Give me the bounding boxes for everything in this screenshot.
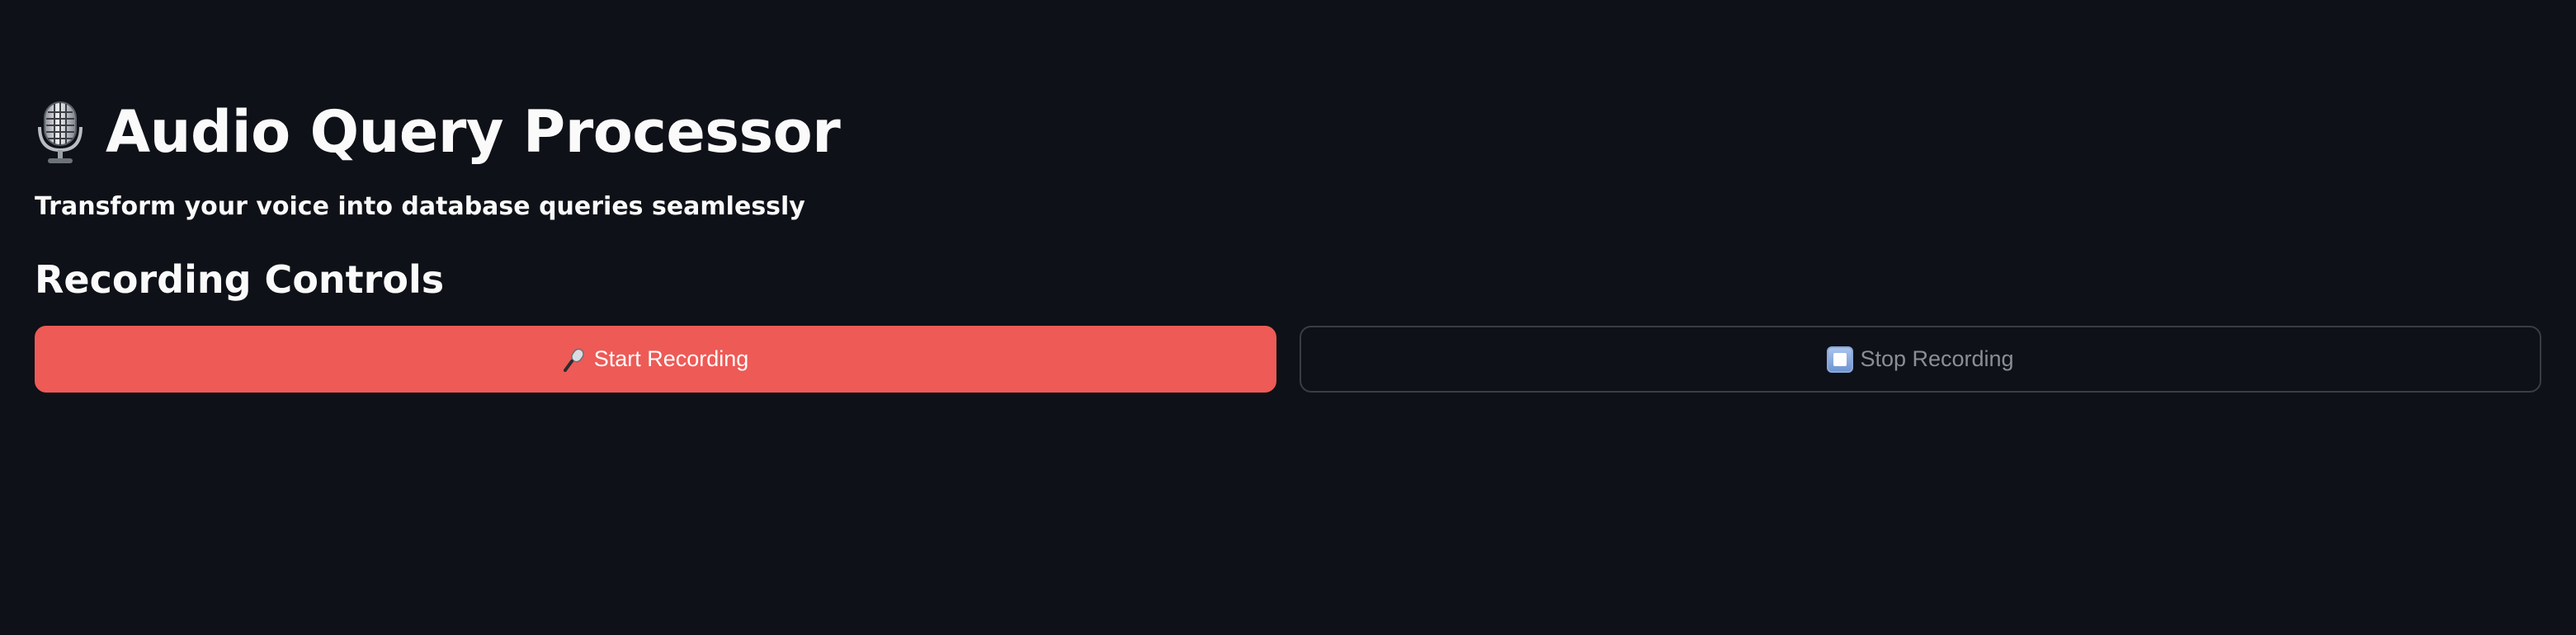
stop-recording-label: Stop Recording <box>1860 346 2014 371</box>
stop-recording-button[interactable]: Stop Recording <box>1300 326 2541 393</box>
microphone-icon <box>563 347 587 372</box>
section-title-recording-controls: Recording Controls <box>35 257 445 302</box>
recording-controls-row: Start Recording Stop Recording <box>35 326 2541 393</box>
stop-button-icon <box>1827 346 1854 373</box>
start-recording-label: Start Recording <box>593 346 749 371</box>
studio-microphone-icon <box>35 99 86 165</box>
header: Audio Query Processor <box>35 92 841 172</box>
page-title: Audio Query Processor <box>106 98 841 166</box>
start-recording-button[interactable]: Start Recording <box>35 326 1276 393</box>
page-subtitle: Transform your voice into database queri… <box>35 192 805 221</box>
